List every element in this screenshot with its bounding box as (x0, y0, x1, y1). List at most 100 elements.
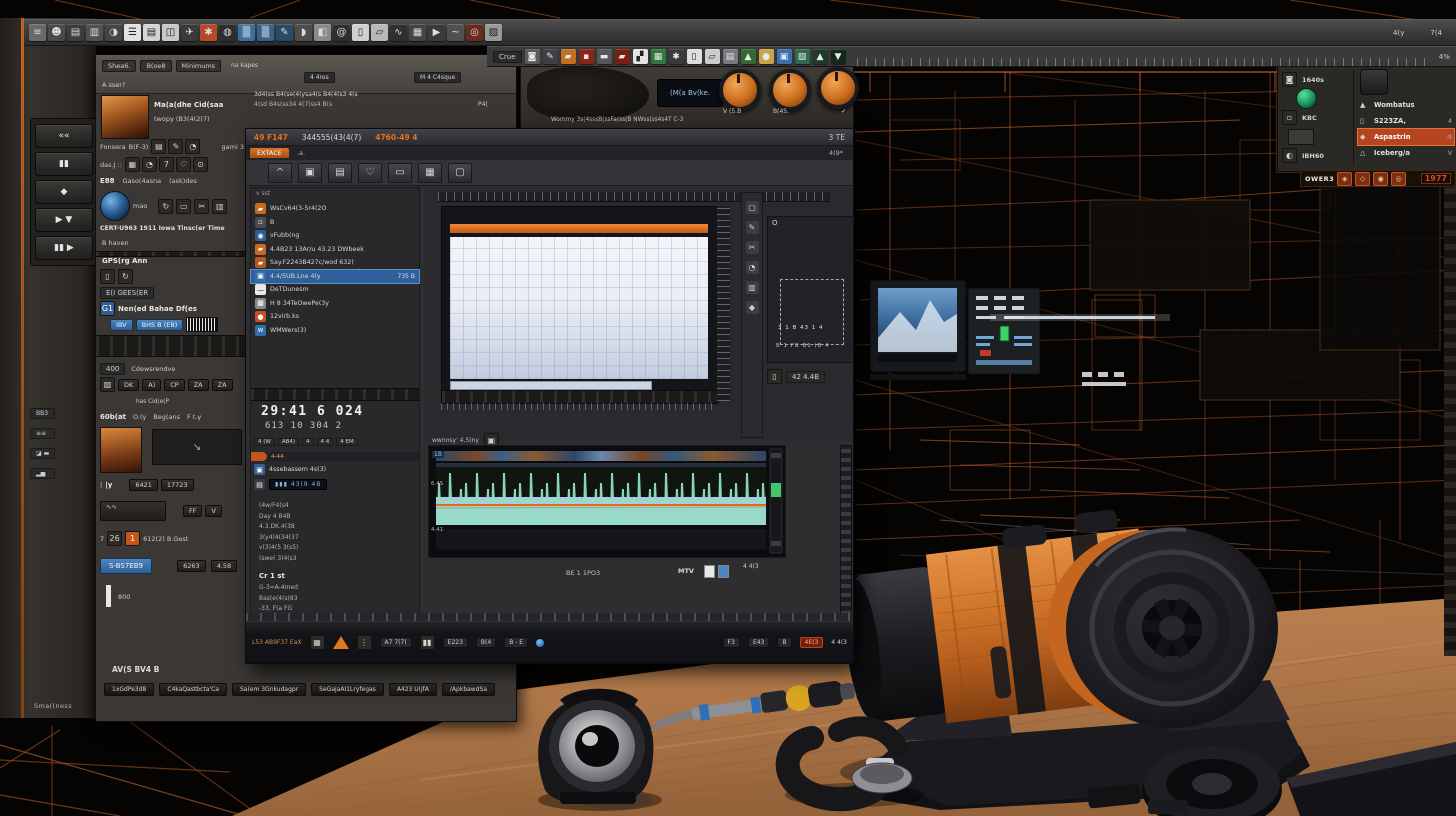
tree-item[interactable]: 3(y4)4(34(37 (259, 534, 417, 545)
browser-tab-right[interactable]: na kapes (231, 62, 258, 69)
toolbar-icon[interactable]: ▦ (409, 24, 426, 41)
canvas-ruler-right[interactable] (717, 206, 730, 401)
timecode-chip[interactable]: 4 4 (317, 438, 334, 446)
tool-icon[interactable]: ♡ (176, 157, 191, 172)
section4-opt2[interactable]: Beg(ans (153, 413, 180, 421)
transport-btn-1[interactable]: E223 (443, 637, 468, 648)
asset-icon[interactable]: ▰ (561, 49, 576, 64)
file-list-item[interactable]: ▫ B (251, 216, 419, 230)
toolbar-icon[interactable]: ◎ (466, 24, 483, 41)
toolbar-icon[interactable]: ▤ (143, 24, 160, 41)
taskbar-button[interactable]: A423 U(jfA (389, 683, 437, 696)
transport-btn-2[interactable]: B(4 (476, 637, 496, 648)
browser-tab[interactable]: Shea6. (102, 60, 136, 72)
waveform-display[interactable] (428, 445, 786, 558)
orange-flag-icon[interactable]: 1 (125, 531, 140, 546)
page-icon[interactable] (704, 565, 715, 578)
editor-tool-button[interactable]: ▦ (418, 163, 442, 183)
transport-right-1[interactable]: F3 (723, 637, 740, 648)
property-row[interactable]: ◆ Aspastrin -9 (1358, 129, 1454, 145)
mix-knob[interactable] (769, 69, 811, 111)
file-list-item[interactable]: ● 12virb.ks (251, 310, 419, 324)
rowb-btn1[interactable]: FF (183, 505, 202, 517)
toolbar-icon[interactable]: ▒ (238, 24, 255, 41)
kbc-icon[interactable]: ▫ (1282, 110, 1297, 125)
selected-preset-button[interactable]: S-BS7EB9 (100, 558, 152, 574)
transport-toggle[interactable]: B - E (504, 637, 528, 648)
tree-item[interactable]: 4.3.DK.4(38 (259, 523, 417, 534)
timecode-chip[interactable]: 4 (W (254, 438, 275, 446)
asset-icon[interactable]: ● (759, 49, 774, 64)
asset-icon[interactable]: ▯ (687, 49, 702, 64)
more-dots-icon[interactable]: ⋮ (357, 635, 372, 650)
page-icon-blue[interactable] (718, 565, 729, 578)
editor-tool-button[interactable]: ♡ (358, 163, 382, 183)
dashed-selection[interactable] (780, 279, 844, 345)
toolbar-icon[interactable]: ▨ (485, 24, 502, 41)
footer-icon-button[interactable]: ◇ (1355, 172, 1370, 186)
preset-side-2[interactable]: 4.58 (211, 560, 237, 572)
rack-switch[interactable]: ◪ ▬ (30, 448, 55, 459)
toolbar-icon[interactable]: @ (333, 24, 350, 41)
taskbar-button[interactable]: SeGajaAI1Lryfegas (311, 683, 384, 696)
tree-item[interactable]: Day 4 B4B (259, 513, 417, 524)
orange-marker[interactable] (251, 452, 267, 461)
toolbar-icon[interactable]: ▯ (352, 24, 369, 41)
toolbar-icon[interactable]: ☰ (124, 24, 141, 41)
device-button-ibv[interactable]: IBV (110, 319, 133, 331)
gain-knob[interactable] (719, 69, 761, 111)
asset-icon[interactable]: ◙ (525, 49, 540, 64)
toolbar-icon[interactable]: ▥ (86, 24, 103, 41)
chip-button[interactable]: CP (164, 379, 184, 391)
toolbar-icon[interactable]: ▤ (67, 24, 84, 41)
action-icon[interactable]: ↻ (158, 199, 173, 214)
footer-icon-button[interactable]: ◉ (1373, 172, 1388, 186)
toolbar-icon[interactable]: ◑ (105, 24, 122, 41)
timecode-chip[interactable]: 4 EM (336, 438, 357, 446)
marker-tool-icon[interactable]: ◆ (746, 301, 759, 314)
transport-right-2[interactable]: E43 (748, 637, 769, 648)
transport-field[interactable]: A7 7(7) (380, 637, 412, 648)
asset-icon[interactable]: ▧ (795, 49, 810, 64)
toolbar-icon[interactable]: ◧ (314, 24, 331, 41)
thumb-icon[interactable]: ▧ (100, 377, 115, 392)
rowa-btn1[interactable]: 6421 (129, 479, 158, 491)
tool-icon[interactable]: ▤ (151, 139, 166, 154)
taskbar-button[interactable]: 1xGdPe3d8 (104, 683, 154, 696)
file-list-item[interactable]: ▩ H 8 34TeOwePe(3y (251, 297, 419, 311)
preset-side-1[interactable]: 6263 (177, 560, 206, 572)
canvas-field-value[interactable]: 42 4.4B (786, 371, 825, 383)
gear-icon[interactable]: 26 (107, 531, 122, 546)
tool-icon[interactable]: ⊙ (193, 157, 208, 172)
taskbar-button[interactable]: /ApkbawdSa (442, 683, 495, 696)
field-icon[interactable]: ▯ (767, 369, 782, 384)
scene-thumbnail[interactable] (100, 427, 142, 473)
color-swatch[interactable] (1288, 129, 1314, 145)
toolbar-icon[interactable]: ☻ (48, 24, 65, 41)
rack-button[interactable]: ▮▮ ▶ (35, 236, 93, 260)
pen-tool-icon[interactable]: ✎ (746, 221, 759, 234)
asset-icon[interactable]: ▬ (597, 49, 612, 64)
section4-opt1[interactable]: O.(y (133, 413, 146, 421)
browser-subtab-2[interactable]: M 4 C4sque (414, 72, 461, 83)
tool-icon[interactable]: 7 (159, 157, 174, 172)
editor-tool-button[interactable]: ▭ (388, 163, 412, 183)
timeline-ruler-ticks[interactable] (857, 58, 1428, 66)
action-icon[interactable]: ▭ (176, 199, 191, 214)
select-tool-icon[interactable]: ▢ (746, 201, 759, 214)
asset-icon[interactable]: ▰ (615, 49, 630, 64)
toolbar-icon[interactable]: ▒ (257, 24, 274, 41)
sidebar-filmstrip[interactable] (251, 388, 419, 401)
rack-button[interactable]: ◆ (35, 180, 93, 204)
chip-button[interactable]: DK (118, 379, 139, 391)
tree-item[interactable]: Bas(e(4(s(83 (259, 595, 417, 606)
chip-button[interactable]: ZA (188, 379, 209, 391)
asset-icon[interactable]: ▞ (633, 49, 648, 64)
toolbar-icon[interactable]: ◗ (295, 24, 312, 41)
canvas-grid-surface[interactable] (450, 237, 708, 379)
asset-icon[interactable]: ✎ (543, 49, 558, 64)
asset-icon[interactable]: ▲ (741, 49, 756, 64)
ower-label[interactable]: OWER3 (1305, 175, 1334, 183)
asset-icon[interactable]: ▼ (831, 49, 846, 64)
hand-tool-icon[interactable]: ▥ (746, 281, 759, 294)
